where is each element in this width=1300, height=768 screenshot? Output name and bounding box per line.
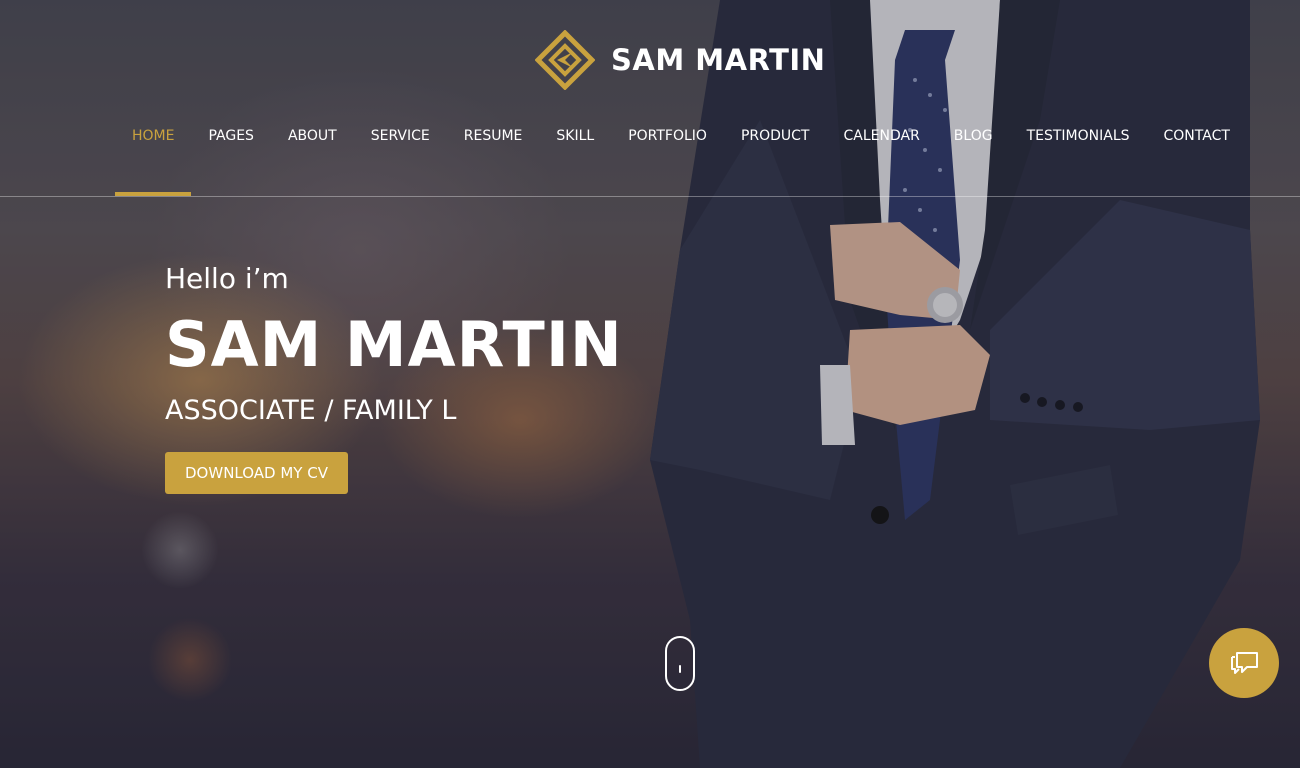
download-cv-button[interactable]: DOWNLOAD MY CV [165,452,348,494]
nav-item-resume[interactable]: RESUME [447,128,540,196]
chat-button[interactable] [1209,628,1279,698]
page: SAM MARTIN HOME PAGES ABOUT SERVICE RESU… [0,0,1300,768]
nav-divider [0,196,1300,197]
nav-item-blog[interactable]: BLOG [937,128,1010,196]
hero-role: ASSOCIATE / FAMILY L [165,395,457,426]
nav-item-skill[interactable]: SKILL [539,128,611,196]
hero-content: Hello i’m SAM MARTIN ASSOCIATE / FAMILY … [165,262,623,494]
brand-name: SAM MARTIN [611,43,826,77]
hero-name: SAM MARTIN [165,308,623,381]
nav-item-product[interactable]: PRODUCT [724,128,827,196]
chat-bubble-icon [1231,652,1258,674]
nav-item-service[interactable]: SERVICE [354,128,447,196]
diamond-logo-icon [535,30,595,90]
nav-item-portfolio[interactable]: PORTFOLIO [611,128,724,196]
scroll-wheel-dot [679,665,681,673]
nav-item-pages[interactable]: PAGES [191,128,270,196]
main-nav: HOME PAGES ABOUT SERVICE RESUME SKILL PO… [115,128,1247,196]
hero-greeting: Hello i’m [165,262,289,295]
nav-item-home[interactable]: HOME [115,128,192,196]
nav-item-about[interactable]: ABOUT [271,128,354,196]
nav-item-contact[interactable]: CONTACT [1147,128,1247,196]
scroll-mouse-icon[interactable] [665,636,695,691]
site-logo[interactable]: SAM MARTIN [535,30,825,90]
nav-item-calendar[interactable]: CALENDAR [826,128,936,196]
nav-item-testimonials[interactable]: TESTIMONIALS [1010,128,1147,196]
